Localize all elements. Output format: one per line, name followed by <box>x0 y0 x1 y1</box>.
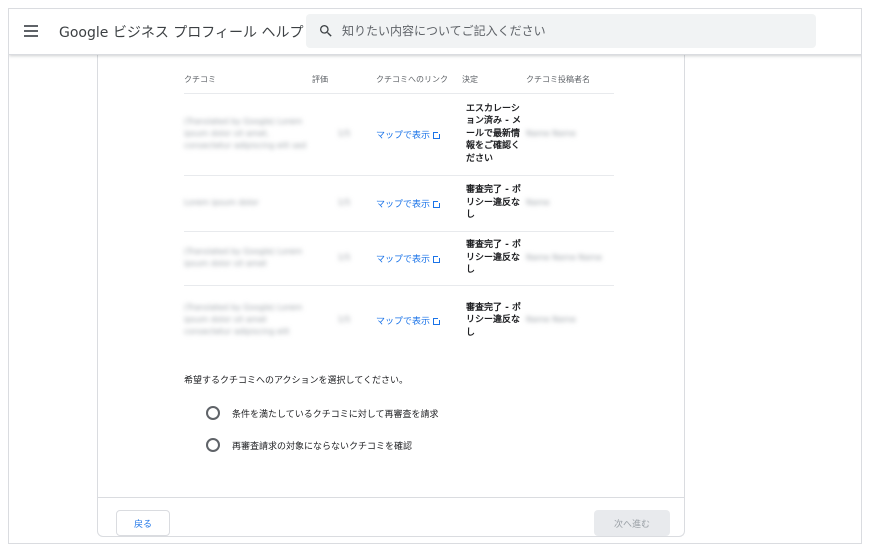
back-button[interactable]: 戻る <box>116 510 170 536</box>
top-app-bar: Google ビジネス プロフィール ヘルプ <box>9 9 861 55</box>
review-rating: 1/5 <box>337 315 351 325</box>
view-on-map-link[interactable]: マップで表示 <box>376 130 442 141</box>
menu-icon[interactable] <box>24 25 38 37</box>
column-header-rating: 評価 <box>312 75 328 85</box>
review-rating: 1/5 <box>337 198 351 207</box>
table-header-row: クチコミ 評価 クチコミへのリンク 決定 クチコミ投稿者名 <box>184 67 614 93</box>
reviews-table: クチコミ 評価 クチコミへのリンク 決定 クチコミ投稿者名 (Translate… <box>184 67 614 355</box>
view-on-map-link[interactable]: マップで表示 <box>376 316 442 327</box>
option-view-ineligible-reviews[interactable]: 再審査請求の対象にならないクチコミを確認 <box>206 436 412 454</box>
column-header-review: クチコミ <box>184 75 216 85</box>
external-link-icon <box>433 130 442 139</box>
radio-button[interactable] <box>206 438 220 452</box>
review-rating: 1/5 <box>337 253 351 262</box>
table-row: (Translated by Google) Lorem ipsum dolor… <box>184 284 614 355</box>
review-text: (Translated by Google) Lorem ipsum dolor… <box>184 117 307 150</box>
column-header-author: クチコミ投稿者名 <box>526 75 590 85</box>
review-appeal-panel: クチコミ 評価 クチコミへのリンク 決定 クチコミ投稿者名 (Translate… <box>97 55 685 537</box>
review-rating: 1/5 <box>337 129 351 138</box>
review-author: Name Name <box>526 129 576 138</box>
option-label: 再審査請求の対象にならないクチコミを確認 <box>232 441 413 452</box>
option-label: 条件を満たしているクチコミに対して再審査を請求 <box>232 409 439 420</box>
review-author: Name Name <box>526 315 576 325</box>
search-box[interactable] <box>306 14 816 48</box>
review-author: Name <box>526 198 550 207</box>
review-text: (Translated by Google) Lorem ipsum dolor… <box>184 247 303 268</box>
table-row: (Translated by Google) Lorem ipsum dolor… <box>184 92 614 175</box>
option-request-re-review[interactable]: 条件を満たしているクチコミに対して再審査を請求 <box>206 404 438 422</box>
decision-status: 審査完了 - ポリシー違反なし <box>466 240 522 276</box>
decision-status: 審査完了 - ポリシー違反なし <box>466 302 522 338</box>
table-row: (Translated by Google) Lorem ipsum dolor… <box>184 230 614 285</box>
review-text: Lorem ipsum dolor <box>184 198 259 207</box>
decision-status: 審査完了 - ポリシー違反なし <box>466 185 522 221</box>
radio-button[interactable] <box>206 406 220 420</box>
column-header-link: クチコミへのリンク <box>376 75 448 85</box>
external-link-icon <box>433 199 442 208</box>
search-icon[interactable] <box>318 23 334 39</box>
view-on-map-link[interactable]: マップで表示 <box>376 199 442 210</box>
page-frame: Google ビジネス プロフィール ヘルプ クチコミ 評価 クチコミへのリンク… <box>8 8 862 544</box>
site-title[interactable]: Google ビジネス プロフィール ヘルプ <box>59 22 303 42</box>
external-link-icon <box>433 254 442 263</box>
action-prompt: 希望するクチコミへのアクションを選択してください。 <box>184 376 409 386</box>
next-button: 次へ進む <box>594 510 670 536</box>
view-on-map-link[interactable]: マップで表示 <box>376 254 442 265</box>
column-header-decision: 決定 <box>462 75 478 85</box>
panel-footer: 戻る 次へ進む <box>98 497 684 537</box>
external-link-icon <box>433 316 442 325</box>
review-author: Name Name Name <box>526 253 602 262</box>
review-text: (Translated by Google) Lorem ipsum dolor… <box>184 303 303 337</box>
decision-status: エスカレーション済み - メールで最新情報をご確認ください <box>466 103 522 164</box>
search-input[interactable] <box>342 14 802 48</box>
table-row: Lorem ipsum dolor 1/5 マップで表示 審査完了 - ポリシー… <box>184 174 614 231</box>
